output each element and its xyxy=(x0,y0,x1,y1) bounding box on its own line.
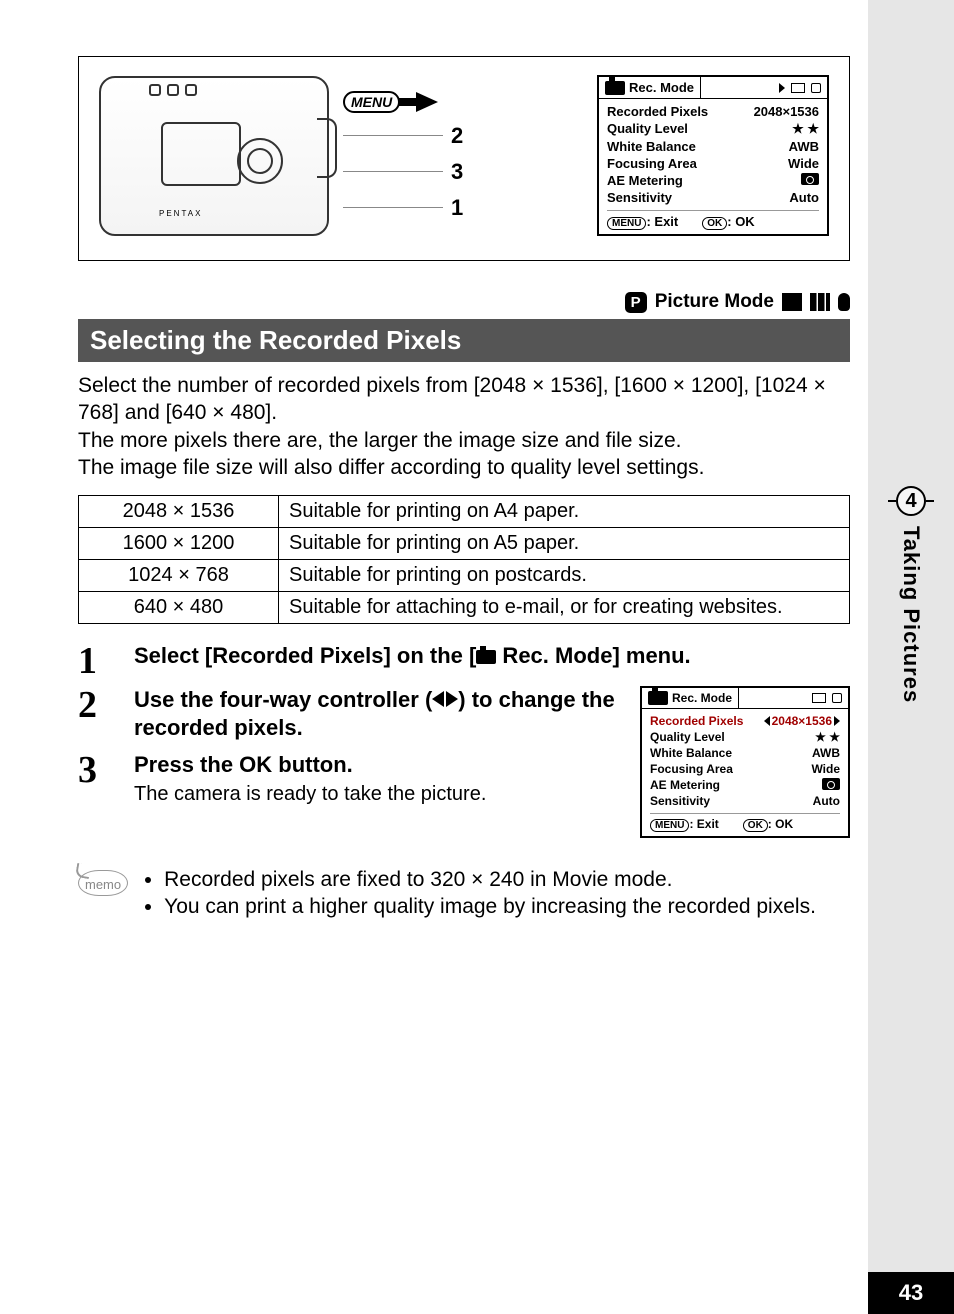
diagram-box: PENTAX MENU 2 3 1 Rec. Mode xyxy=(78,56,850,261)
intro-line-1: Select the number of recorded pixels fro… xyxy=(78,372,850,427)
pointer-3: 3 xyxy=(451,159,463,185)
setup-tab-icon xyxy=(832,693,842,703)
arrow-right-icon xyxy=(416,92,438,112)
menu-pill: MENU xyxy=(343,91,400,113)
camera-icon xyxy=(605,81,625,95)
section-heading: Selecting the Recorded Pixels xyxy=(78,319,850,362)
intro-text: Select the number of recorded pixels fro… xyxy=(78,372,850,481)
chevron-right-icon xyxy=(779,83,785,93)
step-1: 1 Select [Recorded Pixels] on the [ Rec.… xyxy=(78,642,850,680)
table-row: 1600 × 1200Suitable for printing on A5 p… xyxy=(79,528,850,560)
step-3-title: Press the OK button. xyxy=(134,751,486,779)
lcd-screen-step: Rec. Mode Recorded Pixels 2048×1536 xyxy=(640,686,850,838)
memo-item: Recorded pixels are fixed to 320 × 240 i… xyxy=(164,866,816,893)
step-3-desc: The camera is ready to take the picture. xyxy=(134,783,486,806)
triangle-right-icon xyxy=(446,691,458,707)
step-1-title: Select [Recorded Pixels] on the [ Rec. M… xyxy=(134,642,850,670)
triangle-left-icon xyxy=(432,691,444,707)
intro-line-2: The more pixels there are, the larger th… xyxy=(78,427,850,454)
intro-line-3: The image file size will also differ acc… xyxy=(78,454,850,481)
pointer-1: 1 xyxy=(451,195,463,221)
memo-icon: memo xyxy=(78,870,128,896)
pointer-2: 2 xyxy=(451,123,463,149)
memo-block: memo Recorded pixels are fixed to 320 × … xyxy=(78,866,850,921)
picture-mode-row: P Picture Mode xyxy=(78,291,850,313)
table-row: 2048 × 1536Suitable for printing on A4 p… xyxy=(79,496,850,528)
chapter-number: 4 xyxy=(905,490,916,513)
table-row: 1024 × 768Suitable for printing on postc… xyxy=(79,560,850,592)
lcd-body-main: Recorded Pixels2048×1536 Quality Level★ … xyxy=(599,99,827,234)
mode-label: Picture Mode xyxy=(655,291,774,313)
triangle-left-icon xyxy=(764,716,770,726)
mode-icon-2 xyxy=(810,293,830,311)
lcd-screen-main: Rec. Mode Recorded Pixels2048×1536 Quali… xyxy=(597,75,829,236)
content: PENTAX MENU 2 3 1 Rec. Mode xyxy=(78,56,850,921)
table-row: 640 × 480Suitable for attaching to e-mai… xyxy=(79,592,850,624)
step-2-and-3: 2 Use the four-way controller () to chan… xyxy=(78,686,850,838)
pixel-table: 2048 × 1536Suitable for printing on A4 p… xyxy=(78,495,850,624)
chapter-tab: 4 Taking Pictures xyxy=(868,486,954,703)
mode-icon-1 xyxy=(782,293,802,311)
camera-icon xyxy=(648,691,668,705)
chapter-title: Taking Pictures xyxy=(898,526,924,703)
lcd-tab-label: Rec. Mode xyxy=(629,80,694,95)
step-2-title: Use the four-way controller () to change… xyxy=(134,686,620,741)
diagram-left: PENTAX MENU 2 3 1 xyxy=(99,76,463,236)
memo-item: You can print a higher quality image by … xyxy=(164,893,816,920)
camera-icon xyxy=(476,650,496,664)
mode-icon-3 xyxy=(838,293,850,311)
camera-brand: PENTAX xyxy=(159,209,202,218)
chapter-number-circle: 4 xyxy=(896,486,926,516)
setup-tab-icon xyxy=(811,83,821,93)
play-tab-icon xyxy=(791,83,805,93)
play-tab-icon xyxy=(812,693,826,703)
page: 4 Taking Pictures 43 PENTAX MENU 2 xyxy=(0,0,954,1314)
mode-badge: P xyxy=(625,292,647,313)
metering-icon xyxy=(822,778,840,790)
triangle-right-icon xyxy=(834,716,840,726)
pointer-column: MENU 2 3 1 xyxy=(343,91,463,221)
page-number: 43 xyxy=(868,1272,954,1314)
camera-illustration: PENTAX xyxy=(99,76,329,236)
metering-icon xyxy=(801,173,819,185)
memo-list: Recorded pixels are fixed to 320 × 240 i… xyxy=(142,866,816,921)
steps-list: 1 Select [Recorded Pixels] on the [ Rec.… xyxy=(78,642,850,838)
